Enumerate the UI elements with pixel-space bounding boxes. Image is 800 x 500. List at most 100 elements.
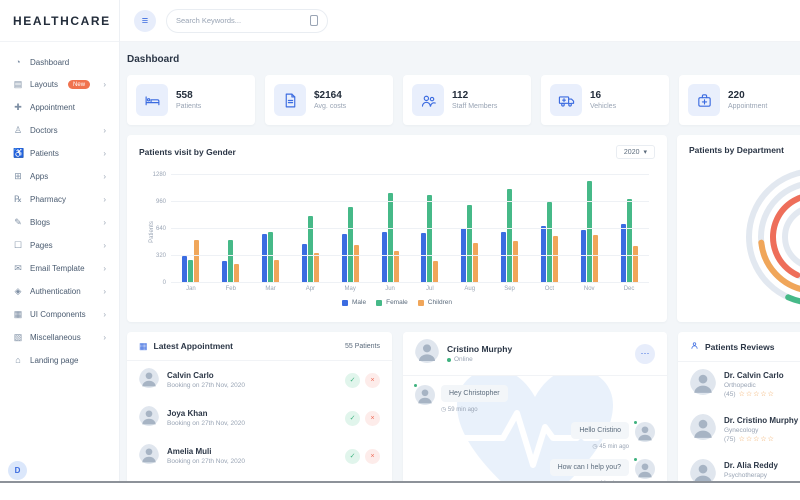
bar-children-dec bbox=[632, 246, 638, 283]
online-dot-icon bbox=[413, 383, 418, 388]
avatar bbox=[690, 414, 716, 445]
accept-button[interactable]: ✓ bbox=[345, 448, 360, 464]
chevron-right-icon: › bbox=[103, 263, 106, 273]
chevron-right-icon: › bbox=[103, 171, 106, 181]
email-icon: ✉ bbox=[14, 263, 22, 273]
sidebar-item-blogs[interactable]: ✎ Blogs › bbox=[0, 211, 119, 234]
radial-department-chart bbox=[746, 168, 800, 306]
bar-female-aug bbox=[467, 205, 473, 283]
bar-male-nov bbox=[580, 229, 586, 283]
bar-female-sep bbox=[507, 188, 513, 283]
bar-group-jan bbox=[171, 175, 211, 283]
chat-card: Cristino Murphy Online ⋯ Hey Christopher… bbox=[403, 332, 667, 500]
patient-name: Calvin Carlo bbox=[167, 371, 214, 380]
stat-value: 16 bbox=[590, 90, 602, 101]
sidebar-nav: ◔ Dashboard ▤ Layouts New › ✚ Appointment ♙ Docto… bbox=[0, 42, 119, 371]
stat-label: Staff Members bbox=[452, 103, 498, 110]
doctor-rating: (45) ☆☆☆☆☆ bbox=[724, 390, 784, 399]
menu-toggle-button[interactable]: ≡ bbox=[134, 9, 156, 32]
search-input[interactable] bbox=[176, 16, 304, 25]
bar-male-jun bbox=[381, 232, 387, 283]
sidebar-item-appointment[interactable]: ✚ Appointment bbox=[0, 96, 119, 119]
bar-female-may bbox=[347, 207, 353, 283]
sidebar-item-landing-page[interactable]: ⌂ Landing page bbox=[0, 349, 119, 371]
sidebar-item-label: Pharmacy bbox=[30, 195, 67, 204]
sidebar-item-pages[interactable]: ☐ Pages › bbox=[0, 234, 119, 257]
legend-label: Female bbox=[386, 299, 408, 306]
bar-group-sep bbox=[490, 175, 530, 283]
chevron-down-icon: ▾ bbox=[643, 149, 647, 156]
patient-name: Amelia Muli bbox=[167, 447, 212, 456]
legend-item-children: Children bbox=[417, 299, 452, 306]
new-badge: New bbox=[68, 80, 91, 89]
sidebar-item-email-template[interactable]: ✉ Email Template › bbox=[0, 257, 119, 280]
booking-date: Booking on 27th Nov, 2020 bbox=[167, 420, 245, 427]
accept-button[interactable]: ✓ bbox=[345, 410, 360, 426]
appointment-row: Calvin Carlo Booking on 27th Nov, 2020 ✓ × bbox=[127, 361, 392, 399]
bar-chart-plot: Patients 0 320 640 960 1280 bbox=[149, 172, 649, 286]
sidebar-item-label: Landing page bbox=[30, 355, 79, 365]
chat-menu-button[interactable]: ⋯ bbox=[635, 343, 655, 364]
sidebar-item-miscellaneous[interactable]: ▧ Miscellaneous › bbox=[0, 326, 119, 349]
stat-value: 558 bbox=[176, 90, 193, 101]
doctor-rating: (75) ☆☆☆☆☆ bbox=[724, 435, 798, 444]
bar-group-nov bbox=[569, 175, 609, 283]
chevron-right-icon: › bbox=[103, 194, 106, 204]
chat-message-left: Hey Christopher ◷ 59 min ago bbox=[413, 383, 655, 413]
year-dropdown[interactable]: 2020 ▾ bbox=[615, 145, 655, 159]
bar-male-may bbox=[341, 234, 347, 283]
x-axis-labels: Jan Feb Mar Apr May Jun Jul Aug Sep Oct Nov Dec bbox=[171, 286, 649, 292]
sidebar-item-label: Dashboard bbox=[30, 57, 70, 67]
blogs-icon: ✎ bbox=[14, 217, 22, 227]
bar-group-dec bbox=[609, 175, 649, 283]
online-dot-icon bbox=[447, 357, 451, 362]
bar-children-may bbox=[353, 245, 359, 283]
bar-children-nov bbox=[592, 235, 598, 283]
reviews-card: Patients Reviews Dr. Calvin Carlo Orthope… bbox=[678, 332, 800, 500]
bar-children-feb bbox=[234, 264, 240, 283]
sidebar-item-layouts[interactable]: ▤ Layouts New › bbox=[0, 73, 119, 96]
person-icon bbox=[690, 341, 699, 352]
sidebar-item-authentication[interactable]: ◈ Authentication › bbox=[0, 280, 119, 303]
bar-female-nov bbox=[586, 180, 592, 283]
stat-text: 558 Patients bbox=[176, 90, 201, 110]
x-tick-label: Jun bbox=[385, 286, 395, 292]
ui-components-icon: ▦ bbox=[13, 309, 23, 319]
sidebar-item-apps[interactable]: ⊞ Apps › bbox=[0, 165, 119, 188]
appointments-title: Latest Appointment bbox=[153, 341, 234, 351]
sidebar-item-pharmacy[interactable]: ℞ Pharmacy › bbox=[0, 188, 119, 211]
floating-demo-button[interactable]: D bbox=[8, 461, 27, 480]
appointment-actions: ✓× bbox=[345, 448, 380, 464]
sidebar-item-doctors[interactable]: ♙ Doctors › bbox=[0, 119, 119, 142]
sidebar-item-dashboard[interactable]: ◔ Dashboard bbox=[0, 51, 119, 73]
y-tick-label: 320 bbox=[155, 253, 166, 259]
apps-icon: ⊞ bbox=[14, 171, 22, 181]
accept-button[interactable]: ✓ bbox=[345, 372, 360, 388]
review-text: Dr. Calvin Carlo Orthopedic (45) ☆☆☆☆☆ bbox=[724, 371, 784, 398]
appointment-row: Joya Khan Booking on 27th Nov, 2020 ✓ × bbox=[127, 399, 392, 437]
stat-text: 112 Staff Members bbox=[452, 90, 497, 110]
sidebar-item-label: Appointment bbox=[30, 103, 75, 112]
stat-label: Patients bbox=[176, 103, 202, 110]
decline-button[interactable]: × bbox=[365, 372, 380, 388]
viewport-bottom-scrollbar[interactable] bbox=[0, 481, 800, 500]
booking-date: Booking on 27th Nov, 2020 bbox=[167, 382, 245, 389]
bar-female-dec bbox=[626, 198, 632, 283]
sidebar-item-label: Doctors bbox=[30, 126, 58, 135]
chevron-right-icon: › bbox=[103, 125, 106, 135]
ambulance-icon bbox=[550, 84, 582, 116]
sidebar-item-ui-components[interactable]: ▦ UI Components › bbox=[0, 303, 119, 326]
bar-male-dec bbox=[620, 223, 626, 283]
department-chart-card: Patients by Department bbox=[677, 135, 800, 322]
decline-button[interactable]: × bbox=[365, 410, 380, 426]
gender-chart-card: Patients visit by Gender 2020 ▾ Patients… bbox=[127, 135, 667, 322]
avatar bbox=[633, 420, 655, 450]
decline-button[interactable]: × bbox=[365, 448, 380, 464]
sidebar-item-label: Email Template bbox=[30, 264, 85, 273]
doctor-department: Orthopedic bbox=[724, 381, 756, 389]
y-tick-label: 0 bbox=[162, 280, 166, 286]
search-box bbox=[166, 8, 328, 33]
gridline bbox=[171, 282, 649, 283]
sidebar-item-patients[interactable]: ♿ Patients › bbox=[0, 142, 119, 165]
stat-card-avg-costs: $2164 Avg. costs bbox=[265, 75, 393, 125]
